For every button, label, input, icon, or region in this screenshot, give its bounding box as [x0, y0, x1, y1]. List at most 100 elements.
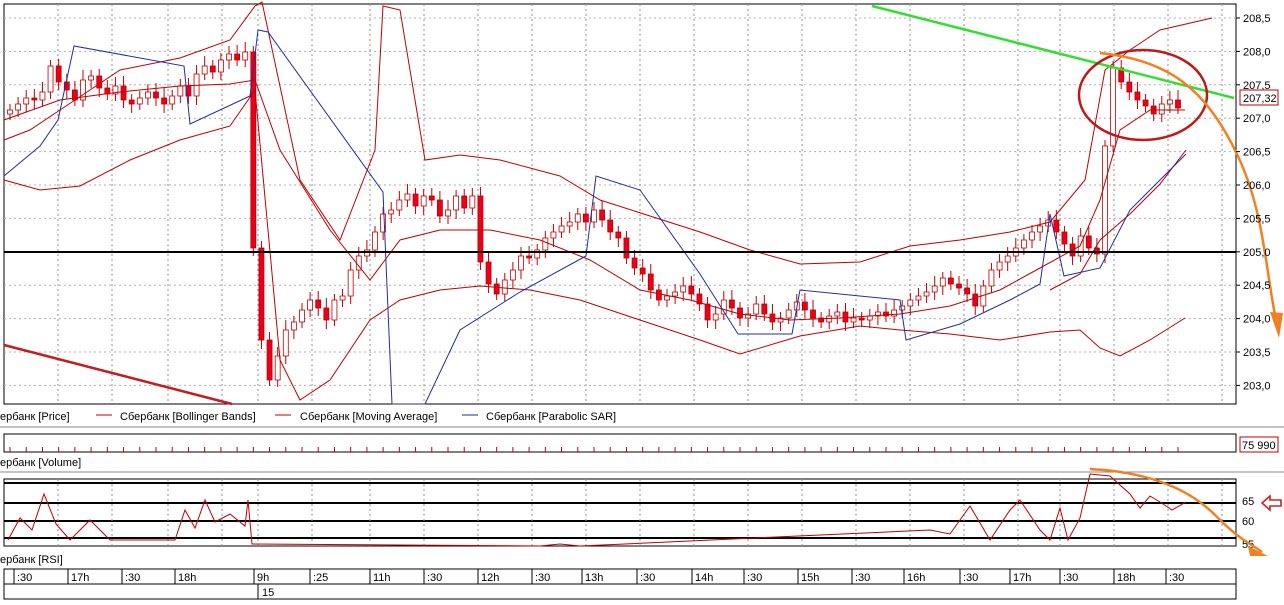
candle-body: [299, 309, 305, 323]
rsi-tick-65: 65: [1242, 496, 1254, 508]
candle-body: [428, 195, 435, 201]
candle-body: [1061, 231, 1068, 245]
candle-body: [956, 283, 962, 289]
candle-body: [55, 65, 62, 83]
time-label: :25: [313, 572, 328, 584]
annotation-arrow-head-price: [1270, 312, 1283, 338]
candle-body: [1053, 219, 1060, 233]
candle-body: [810, 309, 816, 319]
candle-body: [315, 299, 322, 309]
candle-body: [15, 103, 22, 111]
candle-body: [1126, 81, 1133, 93]
price-tick: 204,5: [1243, 280, 1271, 292]
candle-body: [923, 291, 930, 297]
candle-body: [582, 213, 589, 223]
legend-price: ербанк [Price]: [0, 411, 70, 423]
candle-body: [461, 195, 468, 209]
time-label: 12h: [481, 572, 499, 584]
price-panel[interactable]: [3, 3, 1237, 405]
time-label: :30: [855, 572, 870, 584]
candle-body: [785, 309, 792, 319]
time-label: :30: [535, 572, 550, 584]
candle-body: [412, 193, 419, 207]
rsi-label: ербанк [RSI]: [0, 554, 63, 566]
time-label: :30: [1169, 572, 1184, 584]
candle-body: [996, 261, 1003, 271]
candle-body: [177, 85, 184, 97]
time-label: 9h: [257, 572, 269, 584]
candle-body: [972, 293, 979, 307]
candle-body: [599, 209, 606, 221]
candle-body: [307, 299, 314, 311]
price-tick: 205,5: [1243, 213, 1271, 225]
candle-body: [753, 303, 760, 315]
candle-body: [274, 355, 281, 381]
candle-body: [1134, 91, 1141, 101]
volume-value: 75 990: [1242, 440, 1276, 452]
candle-body: [518, 255, 524, 271]
rsi-tick-60: 60: [1242, 516, 1254, 528]
candle-body: [664, 295, 670, 301]
candle-body: [1029, 231, 1035, 241]
candle-body: [1020, 239, 1027, 249]
candle-body: [712, 313, 719, 321]
price-y-axis: 208,5208,0207,5207,0206,5206,0205,5205,0…: [1236, 13, 1271, 392]
candle-body: [420, 195, 427, 207]
candle-body: [144, 91, 151, 99]
candle-body: [631, 257, 638, 269]
candle-body: [566, 221, 573, 227]
candle-body: [96, 75, 103, 89]
candle-body: [445, 209, 451, 217]
candle-body: [899, 305, 906, 311]
candle-body: [242, 51, 249, 61]
candle-body: [347, 269, 354, 297]
candle-body: [907, 299, 914, 307]
candle-body: [485, 261, 492, 285]
time-label: :30: [1063, 572, 1078, 584]
time-label: 16h: [907, 572, 925, 584]
time-label: :30: [125, 572, 140, 584]
candle-body: [964, 287, 971, 295]
price-tick: 205,0: [1243, 247, 1271, 259]
time-label: 17h: [71, 572, 89, 584]
candle-body: [258, 247, 265, 341]
price-tick: 203,0: [1243, 380, 1271, 392]
candle-body: [31, 97, 38, 101]
candle-body: [209, 65, 216, 73]
candle-body: [1037, 225, 1044, 233]
candle-body: [396, 199, 403, 211]
time-label: :30: [427, 572, 442, 584]
candle-body: [858, 317, 865, 321]
time-label: :30: [963, 572, 978, 584]
candle-body: [704, 303, 711, 321]
time-label: :30: [640, 572, 655, 584]
chart-window[interactable]: 208,5208,0207,5207,0206,5206,0205,5205,0…: [0, 0, 1284, 605]
candle-body: [1142, 99, 1149, 107]
candle-body: [939, 277, 946, 287]
legend-moving-average: Сбербанк [Moving Average]: [300, 411, 437, 423]
candle-body: [550, 231, 557, 239]
candle-body: [574, 213, 581, 223]
candle-body: [542, 237, 549, 251]
candle-body: [372, 231, 378, 251]
candle-body: [639, 267, 646, 275]
candle-body: [842, 311, 849, 323]
annotation-arrow-head-rsi: [1248, 546, 1268, 556]
legend-parabolic-sar: Сбербанк [Parabolic SAR]: [486, 411, 616, 423]
time-label: 13h: [585, 572, 603, 584]
price-tick: 204,0: [1243, 314, 1271, 326]
candle-body: [23, 97, 30, 105]
candle-body: [128, 99, 135, 105]
price-tick: 206,0: [1243, 180, 1271, 192]
candle-body: [1175, 99, 1181, 109]
candle-body: [931, 285, 938, 293]
candle-body: [47, 65, 54, 93]
candle-body: [226, 53, 232, 61]
candle-body: [282, 329, 289, 357]
candle-body: [7, 109, 13, 115]
candle-body: [469, 195, 476, 209]
candle-body: [761, 303, 768, 315]
price-legend: ербанк [Price] Сбербанк [Bollinger Bands…: [0, 411, 616, 423]
candle-body: [217, 59, 224, 73]
candle-body: [323, 307, 330, 321]
